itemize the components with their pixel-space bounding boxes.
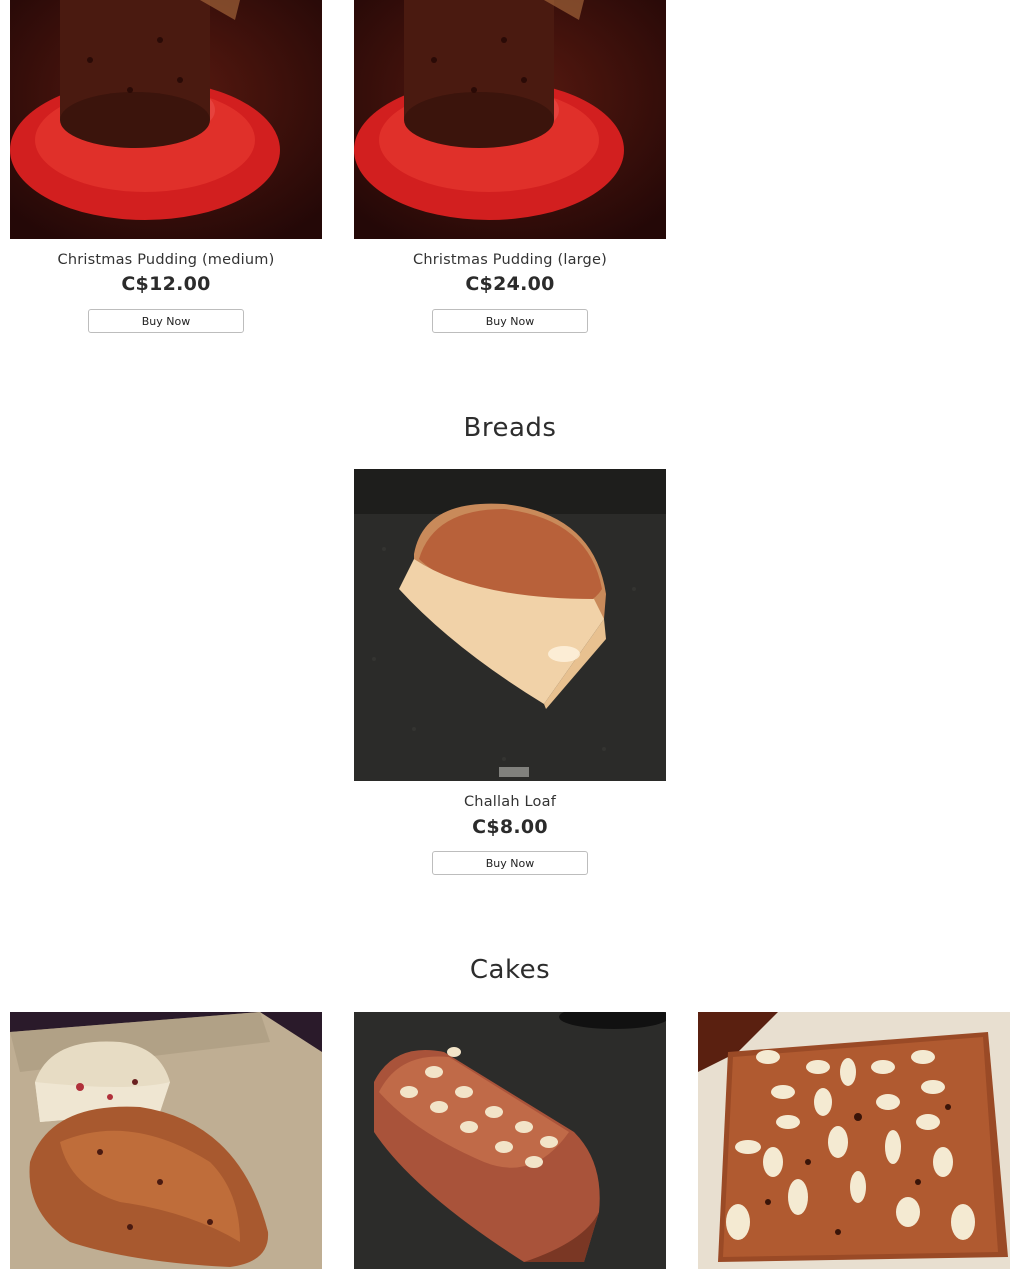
buy-now-button[interactable]: Buy Now — [432, 309, 588, 333]
product-image-pudding-large[interactable] — [354, 0, 666, 239]
product-name[interactable]: Challah Loaf — [354, 794, 666, 810]
product-price: C$24.00 — [465, 273, 555, 295]
product-price: C$8.00 — [472, 816, 548, 838]
buy-now-button[interactable]: Buy Now — [88, 309, 244, 333]
product-image-cake-almond-loaf[interactable] — [354, 1012, 666, 1269]
product-name[interactable]: Christmas Pudding (large) — [354, 252, 666, 268]
product-name[interactable]: Christmas Pudding (medium) — [10, 252, 322, 268]
section-title-cakes: Cakes — [469, 955, 551, 985]
product-image-cake-almond-fruit[interactable] — [698, 1012, 1010, 1269]
product-image-cake-stollen[interactable] — [10, 1012, 322, 1269]
product-image-challah[interactable] — [354, 469, 666, 781]
buy-now-button[interactable]: Buy Now — [432, 851, 588, 875]
product-price: C$12.00 — [121, 273, 211, 295]
section-title-breads: Breads — [463, 413, 557, 443]
product-image-pudding-medium[interactable] — [10, 0, 322, 239]
